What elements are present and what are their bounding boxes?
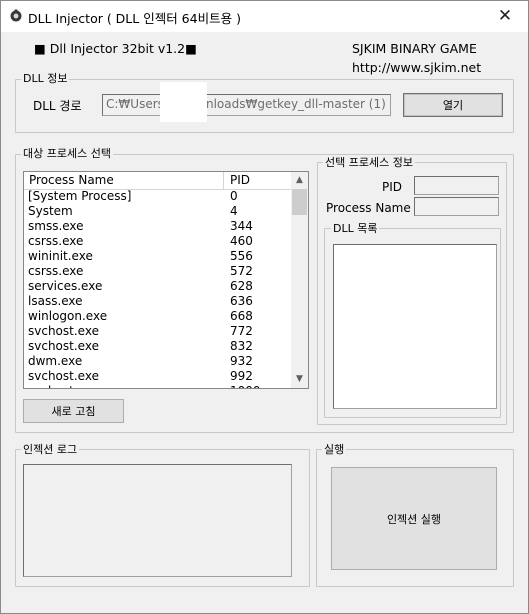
pid-field[interactable] [414,176,499,195]
table-row[interactable]: System 4 [24,204,291,219]
run-injection-button[interactable]: 인젝션 실행 [331,467,497,570]
injection-log-box[interactable] [23,464,292,577]
close-button[interactable]: ✕ [482,1,528,32]
dll-list[interactable] [333,244,497,409]
injection-log-group-label: 인젝션 로그 [21,443,80,456]
scroll-down-icon[interactable]: ▼ [291,371,308,388]
table-row[interactable]: svchost.exe 832 [24,339,291,354]
process-name-cell: svchost.exe [28,384,99,388]
process-list[interactable]: Process Name PID [System Process] 0 System… [23,171,309,389]
pid-cell: 572 [230,264,253,278]
open-button[interactable]: 열기 [403,93,503,117]
pid-cell: 932 [230,354,253,368]
pid-cell: 556 [230,249,253,263]
column-header-pid[interactable]: PID [230,173,250,187]
company-label: SJKIM BINARY GAME [352,41,477,56]
process-name-cell: csrss.exe [28,234,84,248]
pid-cell: 460 [230,234,253,248]
table-row[interactable]: smss.exe 344 [24,219,291,234]
table-row[interactable]: services.exe 628 [24,279,291,294]
process-name-cell: svchost.exe [28,369,99,383]
process-name-cell: dwm.exe [28,354,83,368]
process-name-cell: svchost.exe [28,339,99,353]
redaction-block [160,82,207,122]
process-name-cell: svchost.exe [28,324,99,338]
window-bottom-edge [1,599,528,613]
pid-cell: 992 [230,369,253,383]
app-icon [10,9,22,22]
pid-cell: 4 [230,204,238,218]
dll-list-group-label: DLL 목록 [331,222,380,235]
process-select-group-label: 대상 프로세스 선택 [21,147,113,160]
table-row[interactable]: lsass.exe 636 [24,294,291,309]
pid-cell: 0 [230,189,238,203]
website-label: http://www.sjkim.net [352,60,482,75]
table-row[interactable]: dwm.exe 932 [24,354,291,369]
pid-cell: 344 [230,219,253,233]
selected-process-group-label: 선택 프로세스 정보 [323,156,415,169]
scroll-up-icon[interactable]: ▲ [291,172,308,189]
process-name-cell: csrss.exe [28,264,84,278]
dll-path-value: C:₩Users₩ Downloads₩getkey_dll-master (1… [106,97,386,111]
table-row[interactable]: svchost.exe 992 [24,369,291,384]
version-label: ■ Dll Injector 32bit v1.2■ [34,41,197,56]
table-row[interactable]: [System Process] 0 [24,189,291,204]
dll-info-group-label: DLL 정보 [21,72,70,85]
process-name-cell: wininit.exe [28,249,93,263]
column-divider[interactable] [223,172,224,189]
process-name-cell: lsass.exe [28,294,83,308]
process-name-field[interactable] [414,197,499,216]
refresh-button[interactable]: 새로 고침 [23,399,124,423]
pid-cell: 628 [230,279,253,293]
dll-path-label: DLL 경로 [33,99,82,113]
process-name-cell: [System Process] [28,189,132,203]
table-row[interactable]: svchost.exe 772 [24,324,291,339]
table-row[interactable]: csrss.exe 460 [24,234,291,249]
pid-cell: 668 [230,309,253,323]
window-title: DLL Injector ( DLL 인젝터 64비트용 ) [28,11,241,26]
table-row[interactable]: svchost.exe 1000 [24,384,291,388]
process-list-header: Process Name PID [24,172,292,190]
process-name-cell: services.exe [28,279,103,293]
scroll-thumb[interactable] [292,189,307,215]
process-list-rows: [System Process] 0 System 4 smss.exe 344 csrss… [24,189,291,388]
pid-cell: 1000 [230,384,261,388]
process-name-label: Process Name [326,201,411,215]
table-row[interactable]: csrss.exe 572 [24,264,291,279]
column-header-process-name[interactable]: Process Name [29,173,114,187]
title-bar[interactable]: DLL Injector ( DLL 인젝터 64비트용 ) ✕ [1,1,528,32]
run-group-label: 실행 [322,443,347,456]
pid-cell: 636 [230,294,253,308]
pid-cell: 772 [230,324,253,338]
dll-injector-window: DLL Injector ( DLL 인젝터 64비트용 ) ✕ ■ Dll I… [0,0,529,614]
pid-cell: 832 [230,339,253,353]
process-name-cell: smss.exe [28,219,84,233]
table-row[interactable]: wininit.exe 556 [24,249,291,264]
dll-path-field[interactable]: C:₩Users₩ Downloads₩getkey_dll-master (1… [102,82,391,122]
process-name-cell: winlogon.exe [28,309,108,323]
table-row[interactable]: winlogon.exe 668 [24,309,291,324]
process-list-scrollbar[interactable]: ▲ ▼ [291,172,308,388]
process-name-cell: System [28,204,73,218]
pid-label: PID [382,180,403,194]
